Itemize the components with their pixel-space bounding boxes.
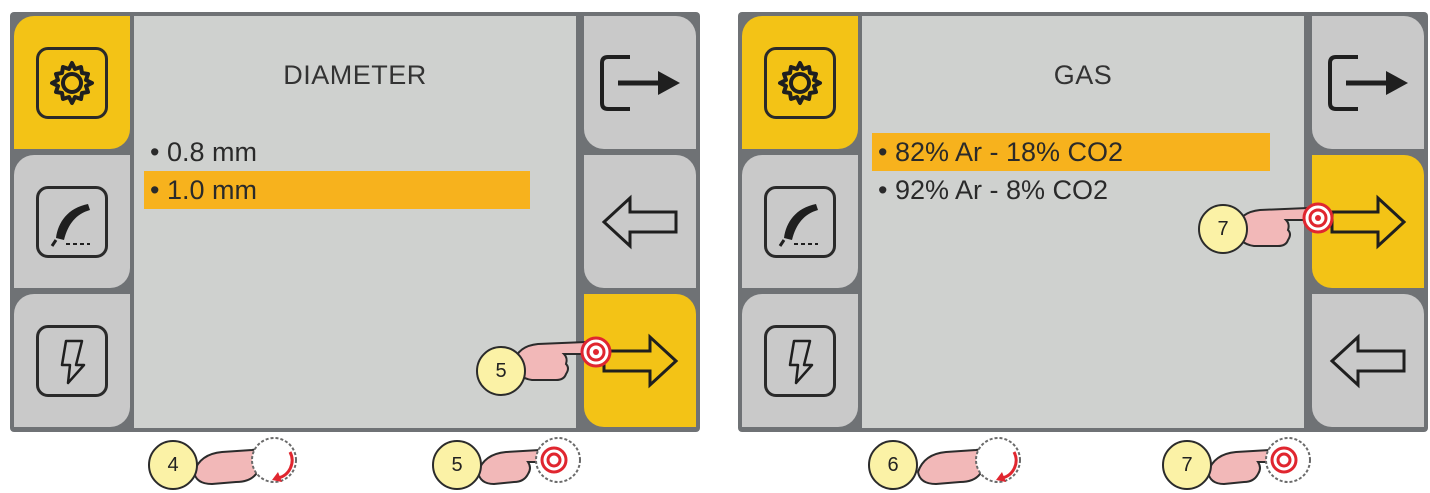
left-button-column [14, 16, 130, 428]
welding-torch-icon [764, 185, 836, 258]
wire-feed-icon [36, 324, 108, 397]
option-list: • 0.8 mm • 1.0 mm [144, 133, 564, 209]
exit-button[interactable] [584, 16, 696, 149]
settings-button[interactable] [14, 16, 130, 149]
step-badge: 5 [476, 346, 526, 396]
arrow-left-icon [601, 194, 678, 249]
step-badge: 7 [1162, 440, 1212, 490]
wire-feed-button[interactable] [14, 294, 130, 427]
rotate-knob-hand-icon [192, 437, 297, 486]
settings-button[interactable] [742, 16, 858, 149]
press-knob-hand-icon [476, 437, 581, 486]
list-item[interactable]: • 0.8 mm [144, 133, 530, 171]
welding-torch-icon [36, 185, 108, 258]
press-knob-hand-icon [1206, 437, 1311, 486]
list-item-selected[interactable]: • 82% Ar - 18% CO2 [872, 133, 1270, 171]
arrow-right-icon [1330, 194, 1407, 249]
exit-icon [600, 54, 680, 111]
welding-mode-button[interactable] [742, 155, 858, 288]
list-item[interactable]: • 92% Ar - 8% CO2 [872, 171, 1270, 209]
step-badge: 7 [1198, 204, 1248, 254]
page-title: GAS [1053, 60, 1113, 90]
welding-mode-button[interactable] [14, 155, 130, 288]
arrow-left-icon [1329, 333, 1406, 388]
list-item-selected[interactable]: • 1.0 mm [144, 171, 530, 209]
back-button[interactable] [584, 155, 696, 288]
rotate-knob-hand-icon [916, 437, 1021, 486]
back-button[interactable] [1312, 294, 1424, 427]
wire-feed-icon [764, 324, 836, 397]
settings-gear-icon [764, 46, 836, 119]
wire-feed-button[interactable] [742, 294, 858, 427]
option-list: • 82% Ar - 18% CO2 • 92% Ar - 8% CO2 [872, 133, 1292, 209]
exit-button[interactable] [1312, 16, 1424, 149]
step-badge: 5 [432, 440, 482, 490]
step-badge: 4 [148, 440, 198, 490]
page-title: DIAMETER [283, 60, 427, 90]
left-button-column [742, 16, 858, 428]
settings-gear-icon [36, 46, 108, 119]
step-badge: 6 [868, 440, 918, 490]
exit-icon [1328, 54, 1408, 111]
